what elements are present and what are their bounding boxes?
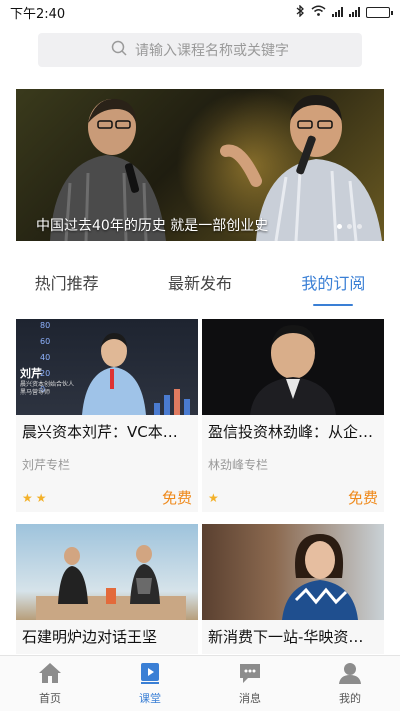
banner-dot[interactable]: [347, 224, 352, 229]
nav-home[interactable]: 首页: [15, 662, 85, 706]
course-title: 石建明炉边对话王坚: [22, 628, 158, 646]
banner-caption: 中国过去40年的历史 就是一部创业史: [36, 218, 269, 234]
course-card[interactable]: 盈信投资林劲峰：从企业… 林劲峰专栏 ★ 免费: [202, 319, 384, 512]
home-icon: [38, 662, 62, 687]
course-thumbnail: 80 60 40 20 0 刘芹 晨兴资本创始合伙人 黑马营导师: [16, 319, 198, 415]
thumb-speaker: [82, 333, 146, 415]
course-title: 晨兴资本刘芹：VC本质是…: [22, 423, 198, 441]
course-card[interactable]: 80 60 40 20 0 刘芹 晨兴资本创始合伙人 黑马营导师 晨兴资本刘芹：VC本质…: [16, 319, 198, 512]
profile-icon: [338, 662, 362, 687]
battery-icon: [366, 6, 393, 18]
search-icon: [111, 40, 127, 60]
search-input[interactable]: 请输入课程名称或关键字: [38, 33, 362, 67]
thumb-speaker: [250, 325, 336, 415]
course-card[interactable]: 石建明炉边对话王坚: [16, 524, 198, 654]
course-author: 林劲峰专栏: [208, 458, 269, 472]
banner-dot[interactable]: [357, 224, 362, 229]
thumb-speaker: [282, 534, 358, 620]
tab-subscriptions[interactable]: 我的订阅: [295, 262, 371, 306]
course-tabs: 热门推荐 最新发布 我的订阅: [0, 262, 400, 306]
bottom-navigation: 首页 课堂 消息 我的: [0, 655, 400, 711]
wifi-icon: [311, 5, 326, 19]
signal-icon: [332, 7, 343, 17]
rating-stars: ★: [208, 490, 222, 505]
bluetooth-icon: [296, 3, 305, 20]
message-icon: [238, 662, 262, 687]
status-icons: [296, 3, 393, 20]
rating-stars: ★★: [22, 490, 50, 505]
status-time: 下午2:40: [10, 6, 66, 22]
nav-profile-label: 我的: [339, 691, 361, 705]
thumb-caption: 刘芹: [20, 367, 42, 380]
course-title: 新消费下一站-华映资本…: [208, 628, 379, 646]
signal-icon-2: [349, 7, 360, 17]
search-placeholder: 请输入课程名称或关键字: [135, 43, 289, 59]
thumb-bars: [154, 389, 190, 415]
nav-messages[interactable]: 消息: [215, 662, 285, 706]
tab-latest[interactable]: 最新发布: [162, 262, 238, 302]
course-author: 刘芹专栏: [22, 458, 71, 472]
tab-hot[interactable]: 热门推荐: [29, 262, 105, 302]
nav-messages-label: 消息: [239, 691, 261, 705]
nav-classroom-label: 课堂: [139, 691, 161, 705]
course-card[interactable]: 新消费下一站-华映资本…: [202, 524, 384, 654]
course-price: 免费: [161, 489, 192, 507]
classroom-icon: [138, 662, 162, 687]
banner-dot[interactable]: [337, 224, 342, 229]
thumb-speakers: [36, 545, 186, 620]
nav-profile[interactable]: 我的: [315, 662, 385, 706]
course-thumbnail: [16, 524, 198, 620]
nav-classroom[interactable]: 课堂: [115, 662, 185, 706]
banner-pagination: [337, 224, 362, 229]
course-price: 免费: [347, 489, 378, 507]
status-bar: 下午2:40: [0, 0, 400, 24]
banner-carousel[interactable]: 中国过去40年的历史 就是一部创业史: [16, 89, 384, 241]
course-thumbnail: [202, 319, 384, 415]
course-thumbnail: [202, 524, 384, 620]
thumb-subtitle: 晨兴资本创始合伙人 黑马营导师: [20, 381, 75, 396]
course-title: 盈信投资林劲峰：从企业…: [208, 423, 384, 441]
course-grid: 80 60 40 20 0 刘芹 晨兴资本创始合伙人 黑马营导师 晨兴资本刘芹：VC本质…: [16, 319, 384, 654]
nav-home-label: 首页: [39, 691, 61, 705]
